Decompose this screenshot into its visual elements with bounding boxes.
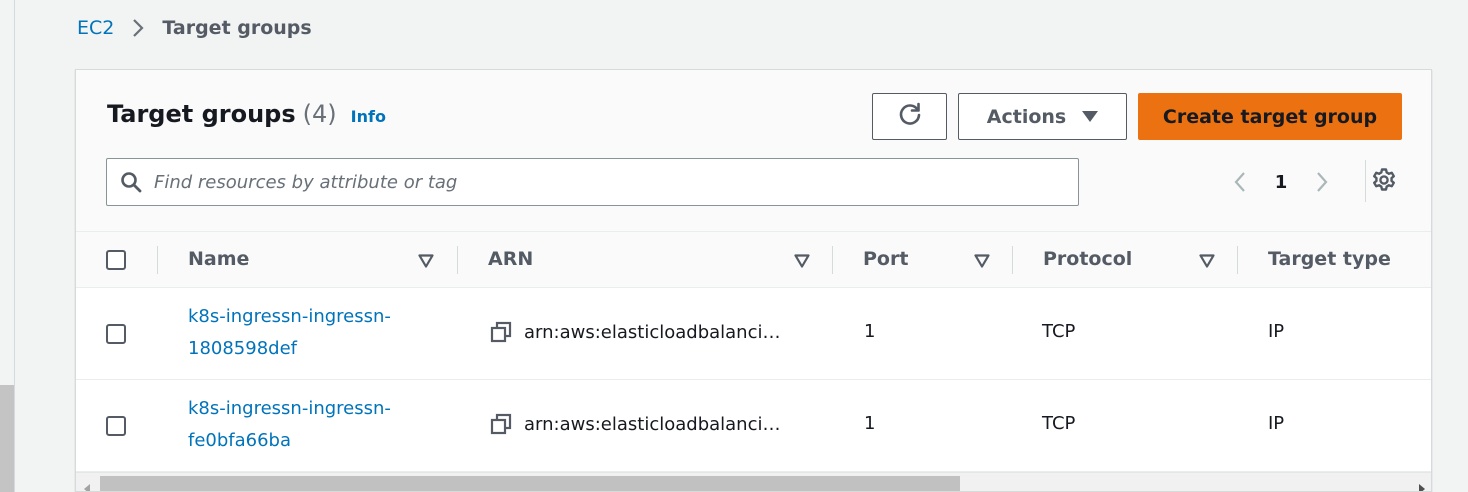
name-cell: k8s-ingressn-ingressn- fe0bfa66ba: [188, 393, 391, 457]
column-divider: [457, 246, 458, 274]
copy-icon[interactable]: [490, 413, 512, 435]
target-type-value: IP: [1268, 413, 1285, 434]
copy-icon[interactable]: [490, 321, 512, 343]
refresh-icon: [897, 101, 923, 132]
sort-icon[interactable]: [974, 254, 990, 268]
table-header: Name ARN Port Protocol Target type: [76, 231, 1431, 288]
arn-value: arn:aws:elasticloadbalanci…: [524, 321, 781, 343]
panel-header: Target groups (4) Info Actions Create ta…: [76, 70, 1431, 231]
scroll-right-icon[interactable]: [1417, 479, 1425, 491]
breadcrumb: EC2 Target groups: [77, 16, 312, 40]
target-groups-panel: Target groups (4) Info Actions Create ta…: [75, 69, 1432, 492]
breadcrumb-current: Target groups: [162, 17, 312, 39]
port-cell: 1: [864, 321, 875, 342]
protocol-value: TCP: [1042, 321, 1076, 342]
target-group-name-link[interactable]: fe0bfa66ba: [188, 425, 291, 457]
row-checkbox[interactable]: [106, 416, 126, 436]
sort-icon[interactable]: [418, 254, 434, 268]
breadcrumb-ec2-link[interactable]: EC2: [77, 17, 114, 39]
column-divider: [1237, 246, 1238, 274]
search-icon: [120, 171, 142, 193]
pager-divider: [1365, 160, 1366, 202]
target-group-name-link[interactable]: k8s-ingressn-ingressn-: [188, 301, 391, 333]
target-type-value: IP: [1268, 321, 1285, 342]
actions-label: Actions: [986, 105, 1067, 128]
actions-button[interactable]: Actions: [958, 93, 1127, 140]
column-header-label: Port: [863, 248, 909, 270]
target-group-name-link[interactable]: 1808598def: [188, 333, 297, 365]
port-value: 1: [864, 321, 876, 342]
protocol-cell: TCP: [1042, 413, 1075, 434]
column-header-label: ARN: [488, 248, 534, 270]
panel-count: (4): [302, 100, 337, 128]
sort-icon[interactable]: [794, 254, 810, 268]
next-page-icon[interactable]: [1308, 170, 1336, 194]
previous-page-icon[interactable]: [1226, 170, 1254, 194]
horizontal-scrollbar[interactable]: [76, 472, 1431, 491]
column-header-label: Name: [188, 248, 250, 270]
column-header-name[interactable]: Name: [188, 248, 249, 270]
arn-cell: arn:aws:elasticloadbalanci…: [490, 321, 780, 343]
pagination: 1: [1226, 166, 1336, 198]
column-divider: [832, 246, 833, 274]
current-page-number[interactable]: 1: [1254, 172, 1308, 193]
page-title: Target groups (4) Info: [107, 100, 386, 128]
arn-cell: arn:aws:elasticloadbalanci…: [490, 413, 780, 435]
column-header-port[interactable]: Port: [863, 248, 908, 270]
target-type-cell: IP: [1268, 413, 1284, 434]
table-row[interactable]: k8s-ingressn-ingressn- 1808598def arn:aw…: [76, 288, 1431, 380]
panel-title-text: Target groups: [107, 100, 296, 128]
gear-icon: [1371, 167, 1397, 197]
row-select-cell: [106, 324, 126, 344]
table-row[interactable]: k8s-ingressn-ingressn- fe0bfa66ba arn:aw…: [76, 380, 1431, 472]
horizontal-scroll-thumb[interactable]: [100, 476, 960, 491]
column-header-target-type[interactable]: Target type: [1268, 248, 1391, 270]
caret-down-icon: [1082, 110, 1099, 123]
create-target-group-button[interactable]: Create target group: [1138, 93, 1402, 140]
protocol-cell: TCP: [1042, 321, 1075, 342]
column-header-label: Target type: [1268, 248, 1391, 270]
port-cell: 1: [864, 413, 875, 434]
port-value: 1: [864, 413, 876, 434]
column-header-arn[interactable]: ARN: [488, 248, 533, 270]
left-rail-scroll-thumb[interactable]: [0, 385, 14, 492]
column-divider: [1012, 246, 1013, 274]
target-group-name-link[interactable]: k8s-ingressn-ingressn-: [188, 393, 391, 425]
create-target-group-label: Create target group: [1162, 105, 1378, 128]
column-header-label: Protocol: [1043, 248, 1133, 270]
column-divider: [157, 246, 158, 274]
protocol-value: TCP: [1042, 413, 1076, 434]
sort-icon[interactable]: [1199, 254, 1215, 268]
row-select-cell: [106, 416, 126, 436]
name-cell: k8s-ingressn-ingressn- 1808598def: [188, 301, 391, 365]
info-link[interactable]: Info: [351, 107, 386, 126]
select-all-checkbox[interactable]: [106, 250, 126, 270]
search-input[interactable]: [154, 171, 1034, 193]
preferences-button[interactable]: [1368, 166, 1400, 198]
refresh-button[interactable]: [872, 93, 947, 140]
search-box[interactable]: [106, 158, 1079, 206]
target-type-cell: IP: [1268, 321, 1284, 342]
target-groups-table: Name ARN Port Protocol Target type k8s-i…: [76, 231, 1431, 472]
column-header-protocol[interactable]: Protocol: [1043, 248, 1132, 270]
select-all-cell: [106, 250, 126, 270]
left-rail: [0, 0, 15, 492]
chevron-right-icon: [114, 17, 162, 39]
arn-value: arn:aws:elasticloadbalanci…: [524, 413, 781, 435]
row-checkbox[interactable]: [106, 324, 126, 344]
scroll-left-icon[interactable]: [84, 479, 92, 491]
